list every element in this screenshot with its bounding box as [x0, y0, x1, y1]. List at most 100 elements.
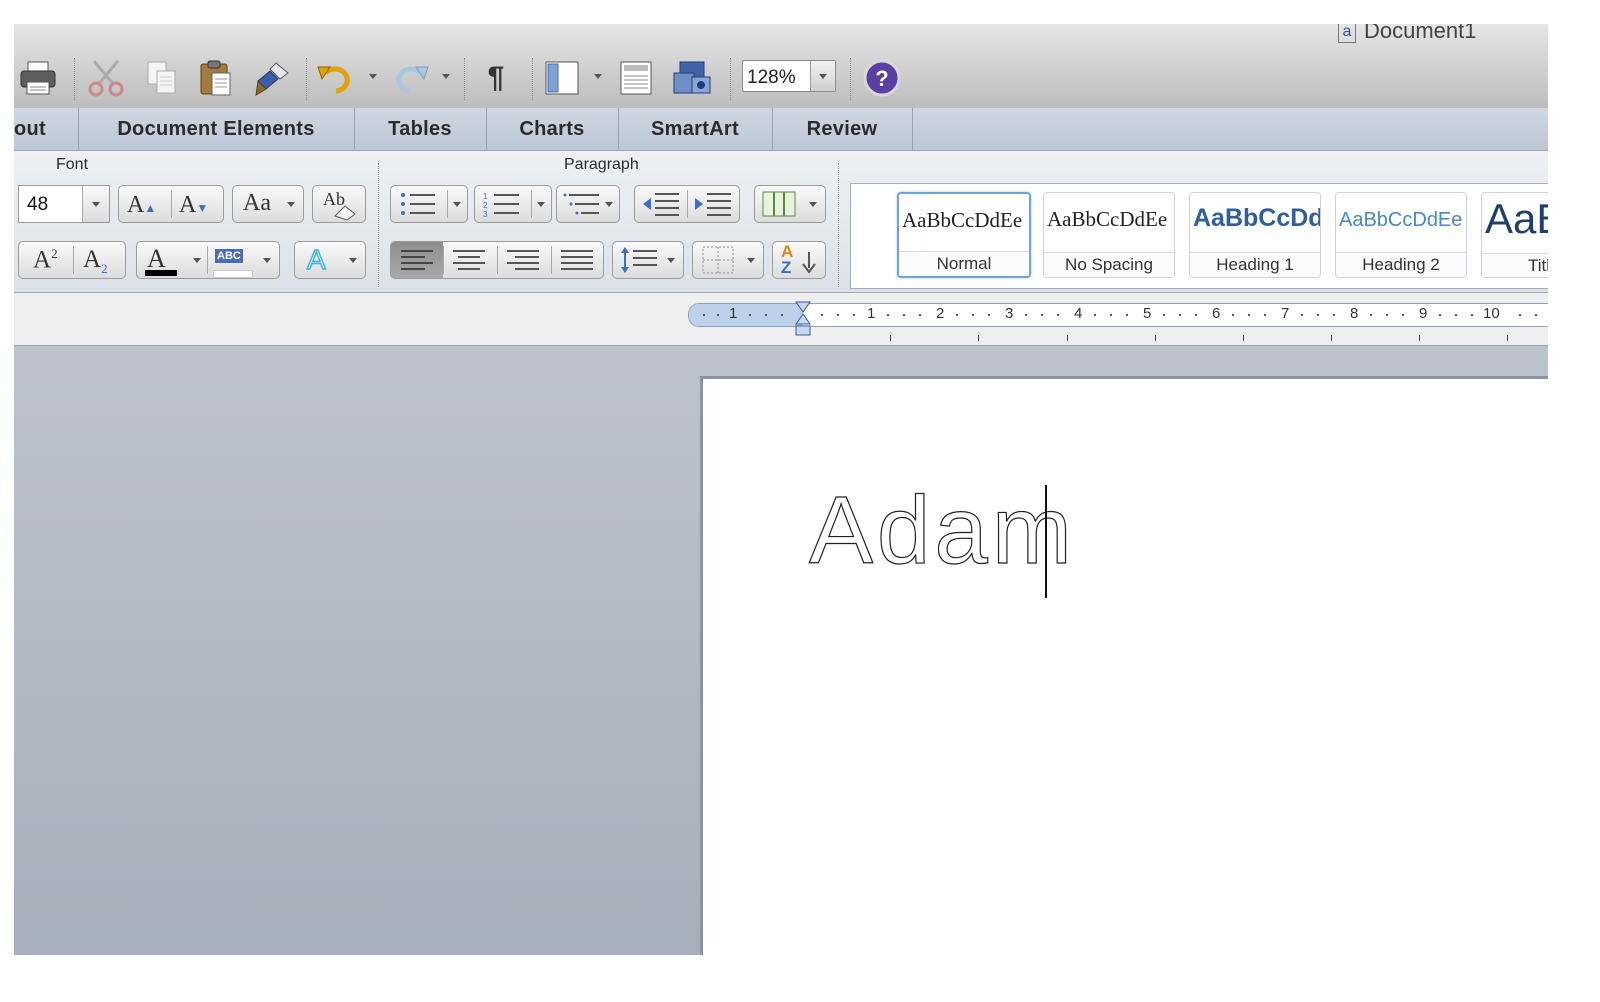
show-formatting-button[interactable]: ¶ [474, 58, 518, 98]
redo-dropdown-arrow[interactable] [442, 74, 450, 79]
svg-text:?: ? [875, 66, 888, 91]
ruler-label: 10 [1483, 305, 1500, 322]
horizontal-ruler[interactable]: 1 1 2 3 4 5 6 7 8 9 10 [688, 303, 1548, 327]
borders-button[interactable] [692, 241, 764, 279]
tab-stop-tick [1507, 335, 1508, 341]
font-color-swatch [145, 270, 177, 276]
align-right-icon[interactable] [505, 248, 541, 272]
text-cursor [1045, 485, 1047, 598]
zoom-dropdown-arrow[interactable] [810, 61, 835, 91]
style-no-spacing[interactable]: AaBbCcDdEe No Spacing [1043, 192, 1175, 278]
ruler-tick [1471, 314, 1473, 316]
justify-icon[interactable] [559, 248, 595, 272]
sidebar-dropdown-arrow[interactable] [594, 74, 602, 79]
copy-icon [147, 61, 176, 94]
font-size-dropdown-arrow[interactable] [82, 186, 109, 222]
font-size-grow-shrink: A▲ A▼ [118, 185, 224, 223]
eraser-shape-icon [334, 205, 356, 221]
style-title[interactable]: AaB Title [1481, 192, 1548, 278]
zoom-select[interactable]: 128% [742, 60, 836, 92]
ruler-label: 2 [936, 305, 945, 322]
sort-button[interactable]: A Z [772, 241, 826, 279]
shrink-font-button[interactable]: A▼ [179, 192, 208, 219]
subscript-button[interactable]: A2 [83, 246, 108, 277]
ruler-tick [1179, 314, 1181, 316]
ruler-tick [1110, 314, 1112, 316]
tab-stop-tick [1067, 335, 1068, 341]
ribbon-tabs: out Document Elements Tables Charts Smar… [14, 108, 1548, 151]
ruler-tick [1126, 314, 1128, 316]
media-browser-button[interactable] [670, 58, 714, 98]
grow-font-button[interactable]: A▲ [127, 192, 156, 219]
ruler-tick [749, 314, 751, 316]
group-divider [838, 163, 839, 287]
increase-indent-icon[interactable] [693, 191, 733, 217]
text-effects-button[interactable]: A [294, 241, 366, 279]
redo-button[interactable] [388, 58, 432, 98]
tab-smartart[interactable]: SmartArt [618, 108, 773, 150]
cut-button[interactable] [84, 58, 128, 98]
bullets-button[interactable] [390, 185, 468, 223]
columns-button[interactable] [754, 185, 826, 223]
toolbar-separator [74, 58, 75, 100]
ruler-tick [1041, 314, 1043, 316]
paste-button[interactable] [194, 58, 238, 98]
font-size-select[interactable]: 48 [18, 185, 110, 223]
document-text[interactable]: Adam [808, 471, 1076, 591]
undo-button[interactable] [314, 58, 358, 98]
highlight-button[interactable]: ABC [215, 249, 243, 263]
numbering-button[interactable]: 123 [474, 185, 552, 223]
ruler-tick [1195, 314, 1197, 316]
undo-dropdown-arrow[interactable] [369, 74, 377, 79]
document-title-text: Document1 [1364, 24, 1477, 43]
text-effects-icon: A [306, 243, 326, 276]
help-button[interactable]: ? [860, 58, 904, 98]
alignment-buttons [390, 241, 604, 279]
ruler-tick [853, 314, 855, 316]
style-heading-2[interactable]: AaBbCcDdEe Heading 2 [1335, 192, 1467, 278]
document-page[interactable]: Adam [700, 376, 1548, 955]
tab-tables[interactable]: Tables [354, 108, 487, 150]
ruler-tick [1301, 314, 1303, 316]
ruler-tick [956, 314, 958, 316]
ruler-tick [821, 314, 823, 316]
indent-marker-icon[interactable] [794, 300, 812, 340]
media-browser-icon [673, 61, 711, 94]
tab-stop-tick [1331, 335, 1332, 341]
line-spacing-button[interactable] [612, 241, 684, 279]
ruler-label: 1 [729, 305, 738, 322]
print-button[interactable] [16, 58, 60, 98]
copy-button[interactable] [140, 58, 184, 98]
ruler-tick [717, 314, 719, 316]
highlight-dropdown-arrow[interactable] [263, 258, 271, 263]
printer-icon [20, 61, 56, 95]
multilevel-list-button[interactable] [556, 185, 620, 223]
gallery-button[interactable] [614, 58, 658, 98]
superscript-button[interactable]: A2 [33, 246, 58, 274]
scissors-icon [88, 60, 124, 97]
columns-icon [762, 191, 796, 217]
ruler-tick [1317, 314, 1319, 316]
style-heading-1[interactable]: AaBbCcDd Heading 1 [1189, 192, 1321, 278]
ruler-tick [1333, 314, 1335, 316]
tab-review[interactable]: Review [772, 108, 913, 150]
document-workspace: Adam [14, 346, 1548, 955]
ruler-tick [1386, 314, 1388, 316]
ruler-tick [1402, 314, 1404, 316]
tab-charts[interactable]: Charts [486, 108, 619, 150]
clear-formatting-button[interactable]: Ab [312, 185, 366, 223]
decrease-indent-icon[interactable] [641, 191, 681, 217]
ruler-tick [919, 314, 921, 316]
font-color-dropdown-arrow[interactable] [193, 258, 201, 263]
align-center-icon[interactable] [451, 248, 487, 272]
tab-document-elements[interactable]: Document Elements [78, 108, 355, 150]
style-normal[interactable]: AaBbCcDdEe Normal [897, 192, 1031, 278]
change-case-button[interactable]: Aa [232, 185, 304, 223]
style-label: No Spacing [1044, 252, 1174, 277]
tab-layout[interactable]: out [14, 108, 79, 150]
format-painter-button[interactable] [250, 58, 294, 98]
ruler-tick [1455, 314, 1457, 316]
sidebar-button[interactable] [540, 58, 584, 98]
indent-buttons [634, 185, 740, 223]
sort-z-icon: Z [781, 258, 792, 277]
